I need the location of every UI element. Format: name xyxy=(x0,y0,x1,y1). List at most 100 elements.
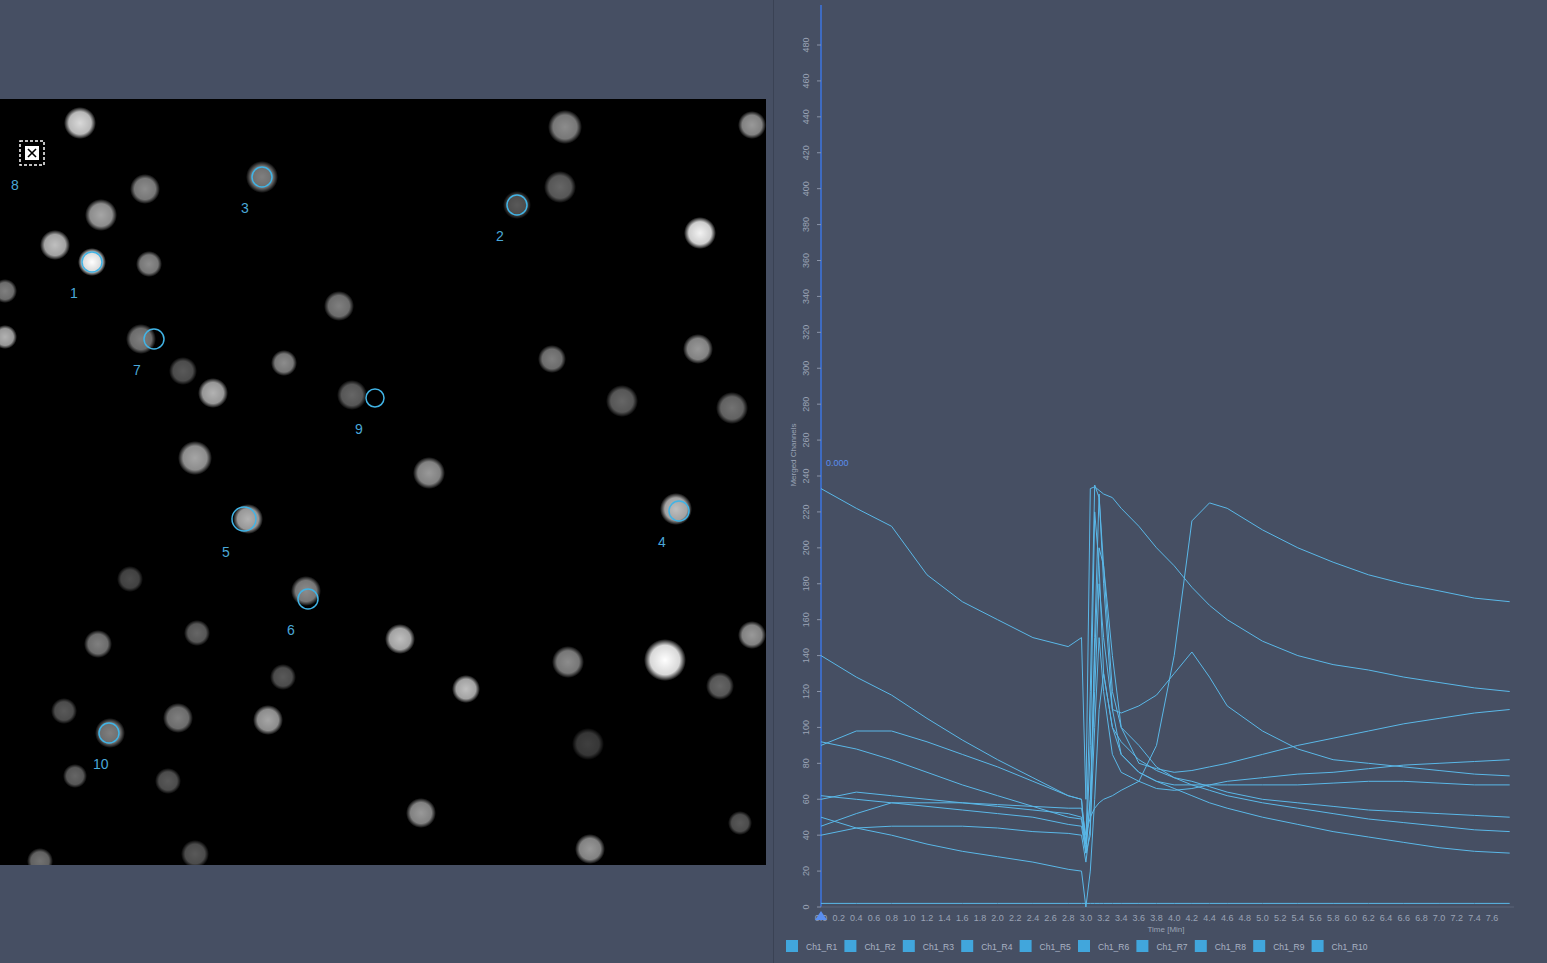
roi-circle[interactable] xyxy=(144,329,164,349)
cell xyxy=(130,174,160,204)
legend-swatch[interactable] xyxy=(1020,940,1032,952)
roi-marker-icon[interactable] xyxy=(20,141,44,165)
cell xyxy=(728,811,752,835)
legend-label: Ch1_R6 xyxy=(1098,942,1129,952)
roi-circle[interactable] xyxy=(507,195,527,215)
series-line[interactable] xyxy=(821,638,1510,863)
roi-circle[interactable] xyxy=(252,167,272,187)
cursor-handle-icon[interactable] xyxy=(815,911,827,920)
legend-item[interactable]: Ch1_R1 xyxy=(786,940,837,952)
legend-item[interactable]: Ch1_R5 xyxy=(1020,940,1071,952)
x-tick-label: 3.6 xyxy=(1133,913,1146,923)
legend-item[interactable]: Ch1_R4 xyxy=(961,940,1012,952)
y-tick-label: 400 xyxy=(801,181,811,196)
roi-label: 3 xyxy=(241,200,249,216)
y-tick-label: 0 xyxy=(801,904,811,909)
roi-circle[interactable] xyxy=(99,723,119,743)
cell xyxy=(452,675,480,703)
legend-item[interactable]: Ch1_R6 xyxy=(1078,940,1129,952)
roi-circle[interactable] xyxy=(366,389,384,407)
legend-swatch[interactable] xyxy=(1195,940,1207,952)
cell xyxy=(706,672,734,700)
series-line[interactable] xyxy=(821,485,1510,844)
y-tick-label: 300 xyxy=(801,361,811,376)
roi[interactable]: 8 xyxy=(11,141,44,193)
roi-circle[interactable] xyxy=(82,252,102,272)
x-tick-label: 5.6 xyxy=(1309,913,1322,923)
series-line[interactable] xyxy=(821,512,1510,853)
x-tick-label: 2.6 xyxy=(1044,913,1057,923)
y-tick-label: 80 xyxy=(801,758,811,768)
legend-swatch[interactable] xyxy=(1078,940,1090,952)
cell xyxy=(337,380,367,410)
y-tick-label: 440 xyxy=(801,109,811,124)
cell xyxy=(660,493,692,525)
x-tick-label: 7.2 xyxy=(1451,913,1464,923)
roi[interactable]: 2 xyxy=(496,195,527,244)
roi[interactable]: 9 xyxy=(355,389,384,437)
legend-item[interactable]: Ch1_R9 xyxy=(1253,940,1304,952)
y-tick-label: 480 xyxy=(801,37,811,52)
legend-label: Ch1_R8 xyxy=(1215,942,1246,952)
y-tick-label: 340 xyxy=(801,289,811,304)
legend-item[interactable]: Ch1_R10 xyxy=(1312,940,1368,952)
roi[interactable]: 5 xyxy=(222,507,256,560)
x-axis xyxy=(821,907,1514,908)
series-line[interactable] xyxy=(821,548,1510,853)
legend-swatch[interactable] xyxy=(1312,940,1324,952)
series-line[interactable] xyxy=(821,903,1510,904)
x-tick-label: 4.2 xyxy=(1186,913,1199,923)
roi-circle[interactable] xyxy=(298,589,318,609)
image-canvas[interactable]: 1 2 3 4 56 7 8 9 10 xyxy=(0,99,766,865)
roi[interactable]: 4 xyxy=(658,501,689,550)
legend-item[interactable]: Ch1_R2 xyxy=(844,940,895,952)
x-tick-label: 3.0 xyxy=(1080,913,1093,923)
series-line[interactable] xyxy=(821,503,1510,835)
cell xyxy=(117,566,143,592)
cell xyxy=(644,639,686,681)
roi-label: 4 xyxy=(658,534,666,550)
roi[interactable]: 3 xyxy=(241,167,272,216)
legend-swatch[interactable] xyxy=(903,940,915,952)
legend-swatch[interactable] xyxy=(961,940,973,952)
cell xyxy=(95,718,125,748)
panel-divider[interactable] xyxy=(773,0,774,963)
roi[interactable]: 6 xyxy=(287,589,318,638)
cell xyxy=(738,111,766,139)
series-line[interactable] xyxy=(821,674,1510,908)
cell xyxy=(538,345,566,373)
series-line[interactable] xyxy=(821,584,1510,844)
y-axis xyxy=(820,5,822,907)
microscopy-image[interactable]: 1 2 3 4 56 7 8 9 10 xyxy=(0,99,766,865)
x-tick-label: 1.8 xyxy=(974,913,987,923)
roi[interactable]: 1 xyxy=(70,252,102,301)
y-tick-label: 420 xyxy=(801,145,811,160)
y-tick-label: 200 xyxy=(801,540,811,555)
legend-item[interactable]: Ch1_R3 xyxy=(903,940,954,952)
y-tick-label: 460 xyxy=(801,73,811,88)
legend-swatch[interactable] xyxy=(1253,940,1265,952)
roi-label: 1 xyxy=(70,285,78,301)
x-tick-label: 6.4 xyxy=(1380,913,1393,923)
legend-item[interactable]: Ch1_R8 xyxy=(1195,940,1246,952)
x-tick-label: 7.6 xyxy=(1486,913,1499,923)
cell xyxy=(178,441,212,475)
x-tick-label: 4.0 xyxy=(1168,913,1181,923)
y-tick-label: 260 xyxy=(801,433,811,448)
legend-item[interactable]: Ch1_R7 xyxy=(1136,940,1187,952)
legend-swatch[interactable] xyxy=(1136,940,1148,952)
roi-circle[interactable] xyxy=(669,501,689,521)
legend-swatch[interactable] xyxy=(844,940,856,952)
series-line[interactable] xyxy=(821,494,1510,853)
chart[interactable]: 0204060801001201401601802002202402602803… xyxy=(774,0,1547,963)
x-tick-label: 2.2 xyxy=(1009,913,1022,923)
legend-swatch[interactable] xyxy=(786,940,798,952)
legend-label: Ch1_R10 xyxy=(1332,942,1368,952)
x-tick-label: 5.0 xyxy=(1256,913,1269,923)
x-tick-label: 4.6 xyxy=(1221,913,1234,923)
roi[interactable]: 7 xyxy=(133,329,164,378)
roi[interactable]: 10 xyxy=(93,723,119,772)
series-line[interactable] xyxy=(821,487,1510,800)
roi-circle[interactable] xyxy=(232,507,256,531)
x-tick-label: 6.2 xyxy=(1362,913,1375,923)
